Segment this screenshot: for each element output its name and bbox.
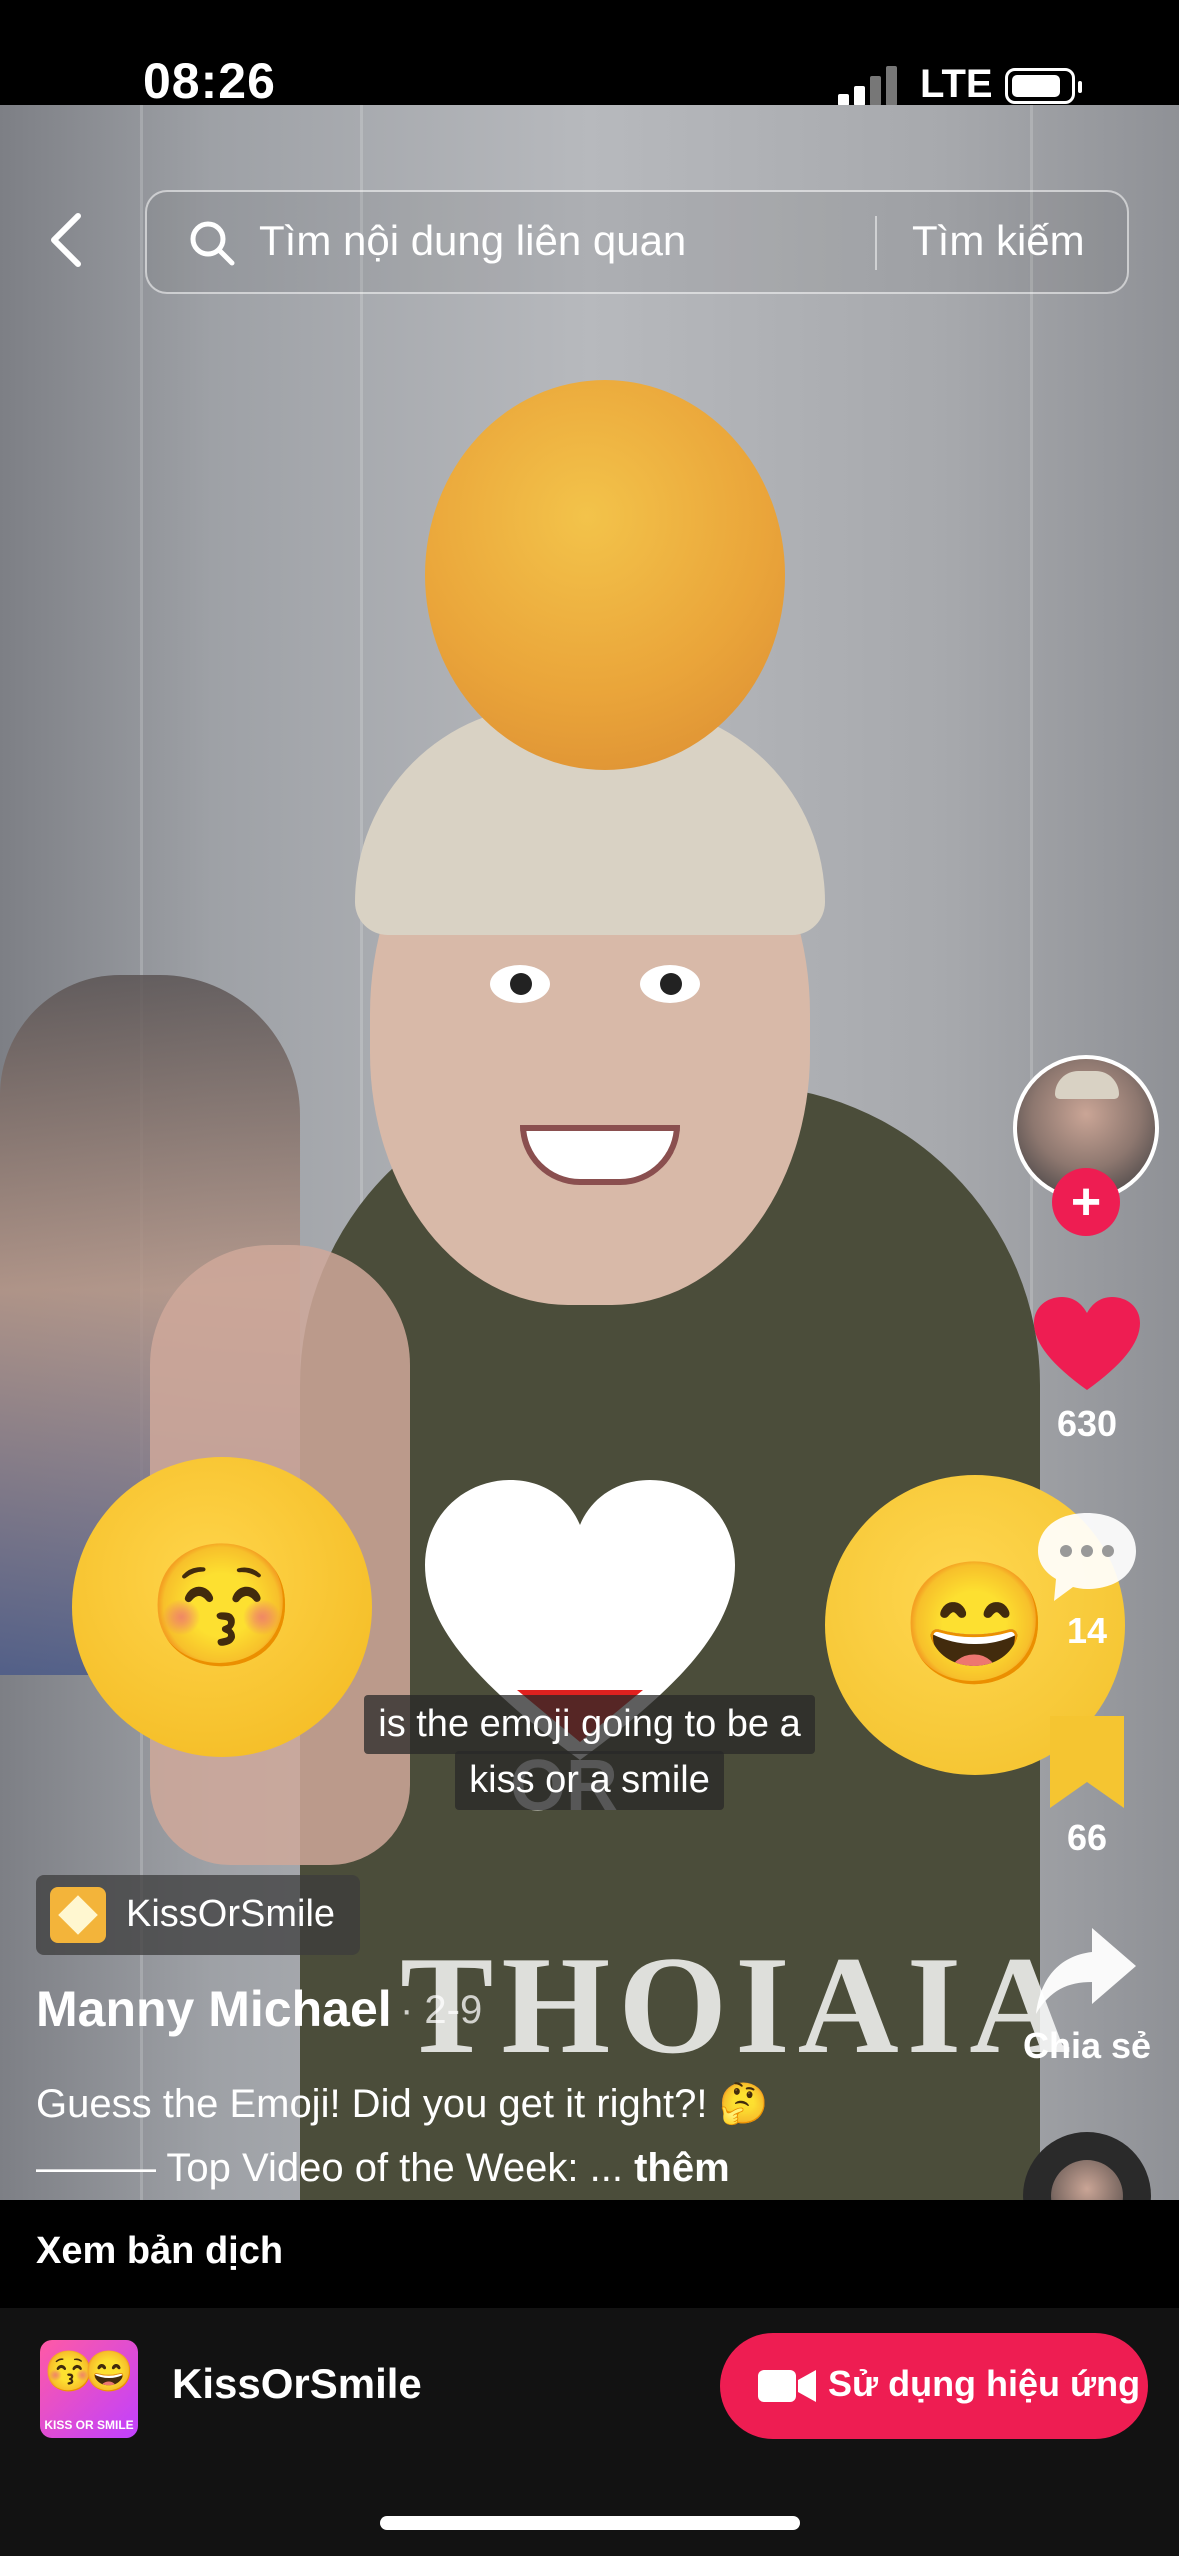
description-line-1: Guess the Emoji! Did you get it right?! …	[36, 2082, 769, 2126]
like-count: 630	[1056, 1403, 1118, 1444]
like-heart-icon[interactable]	[1032, 1295, 1142, 1395]
save-count: 66	[1066, 1817, 1108, 1858]
post-date: · 2-9	[400, 1988, 483, 2032]
search-button[interactable]: Tìm kiếm	[912, 217, 1085, 265]
description-line-2: ——— Top Video of the Week: ... thêm	[36, 2146, 730, 2190]
comment-count: 14	[1066, 1610, 1108, 1651]
subtitle-line-2: kiss or a smile	[0, 1751, 1179, 1810]
status-time: 08:26	[143, 53, 276, 109]
see-translation-link[interactable]: Xem bản dịch	[36, 2230, 283, 2273]
orange-ball-image	[425, 380, 785, 770]
smile-emoji-icon: 😄	[84, 2350, 134, 2394]
effect-thumbnail-text: KISS OR SMILE	[44, 2418, 134, 2432]
signal-icon	[838, 64, 898, 106]
search-bar[interactable]: Tìm nội dung liên quan Tìm kiếm	[145, 190, 1129, 294]
share-arrow-icon[interactable]	[1032, 1922, 1142, 2022]
effect-name[interactable]: KissOrSmile	[172, 2360, 422, 2408]
search-divider	[875, 216, 877, 270]
back-arrow-icon[interactable]	[42, 210, 92, 270]
use-effect-button[interactable]: Sử dụng hiệu ứng	[720, 2333, 1148, 2439]
subtitle-line-1: is the emoji going to be a	[0, 1695, 1179, 1754]
video-camera-icon	[758, 2370, 816, 2402]
battery-icon	[1005, 68, 1082, 104]
comment-icon[interactable]	[1032, 1505, 1142, 1605]
follow-button[interactable]: +	[1052, 1168, 1120, 1236]
effect-thumbnail[interactable]: 😚 😄 KISS OR SMILE	[40, 2340, 138, 2438]
search-icon	[190, 221, 235, 266]
plus-icon: +	[1070, 1173, 1102, 1231]
use-effect-label: Sử dụng hiệu ứng	[828, 2363, 1141, 2404]
effect-chip[interactable]: KissOrSmile	[36, 1875, 360, 1955]
share-label[interactable]: Chia sẻ	[1007, 2025, 1167, 2067]
network-type: LTE	[920, 62, 993, 106]
search-input[interactable]: Tìm nội dung liên quan	[259, 217, 686, 265]
see-more-link[interactable]: thêm	[634, 2146, 730, 2190]
creator-username[interactable]: Manny Michael	[36, 1980, 392, 2038]
shirt-print-text: THOIAIA	[400, 1928, 1079, 2083]
effect-chip-label: KissOrSmile	[126, 1893, 336, 1935]
bookmark-icon[interactable]	[1032, 1712, 1142, 1812]
home-indicator[interactable]	[380, 2516, 800, 2530]
effect-sparkle-icon	[50, 1887, 106, 1943]
